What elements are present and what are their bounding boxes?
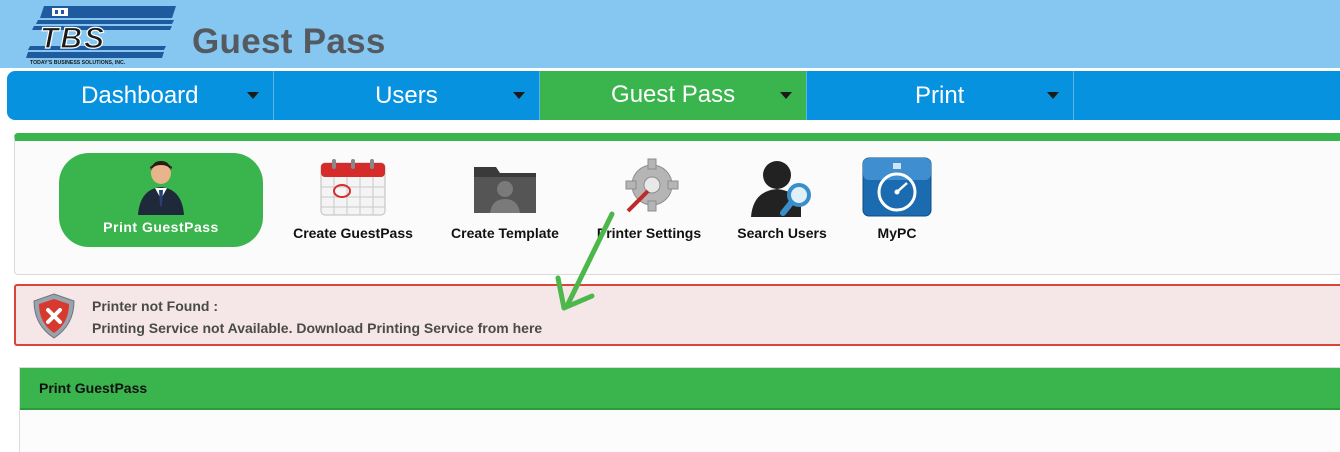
nav-item-dashboard[interactable]: Dashboard — [7, 71, 274, 120]
user-search-icon — [751, 161, 811, 217]
error-alert: Printer not Found : Printing Service not… — [14, 284, 1340, 346]
panel-title: Print GuestPass — [20, 368, 1340, 410]
annotation-arrow-icon — [555, 211, 615, 311]
toolbar-item-label: Print GuestPass — [103, 219, 219, 235]
print-guestpass-panel: Print GuestPass — [19, 367, 1340, 452]
logo-text: TBS — [40, 22, 106, 55]
print-guestpass-button[interactable]: Print GuestPass — [59, 153, 263, 247]
nav-item-users[interactable]: Users — [274, 71, 541, 120]
mypc-button[interactable]: MyPC — [849, 141, 945, 275]
page-title: Guest Pass — [192, 22, 386, 61]
nav-item-overflow[interactable] — [1074, 71, 1340, 120]
caret-down-icon[interactable] — [246, 92, 259, 99]
nav-item-print[interactable]: Print — [807, 71, 1074, 120]
logo-tagline: TODAY'S BUSINESS SOLUTIONS, INC. — [30, 60, 126, 66]
nav-item-guest-pass[interactable]: Guest Pass — [540, 71, 807, 120]
tbs-logo[interactable]: TBS TODAY'S BUSINESS SOLUTIONS, INC. — [26, 4, 176, 66]
caret-down-icon[interactable] — [1046, 92, 1059, 99]
alert-title: Printer not Found : — [92, 298, 218, 314]
shield-error-icon — [33, 293, 75, 339]
calendar-icon — [320, 159, 386, 216]
download-service-link[interactable]: here — [513, 320, 543, 336]
main-nav: Dashboard Users Guest Pass Print — [7, 71, 1340, 120]
toolbar-item-label: Search Users — [737, 225, 827, 241]
guestpass-toolbar: Print GuestPass Create GuestPass Create … — [14, 133, 1340, 275]
search-users-button[interactable]: Search Users — [727, 141, 837, 275]
folder-user-icon — [474, 167, 536, 213]
nav-item-label: Guest Pass — [611, 81, 736, 108]
alert-message-text: Printing Service not Available. Download… — [92, 320, 513, 336]
nav-item-label: Users — [375, 81, 438, 109]
user-icon — [138, 161, 184, 215]
toolbar-item-label: MyPC — [877, 225, 917, 241]
create-guestpass-button[interactable]: Create GuestPass — [283, 141, 423, 275]
stopwatch-icon — [862, 157, 932, 217]
toolbar-item-label: Create GuestPass — [293, 225, 413, 241]
nav-item-label: Dashboard — [81, 81, 199, 109]
nav-item-label: Print — [915, 81, 965, 109]
alert-message: Printing Service not Available. Download… — [92, 320, 542, 336]
caret-down-icon[interactable] — [513, 92, 526, 99]
app-header: TBS TODAY'S BUSINESS SOLUTIONS, INC. Gue… — [0, 0, 1340, 68]
caret-down-icon[interactable] — [779, 92, 792, 99]
